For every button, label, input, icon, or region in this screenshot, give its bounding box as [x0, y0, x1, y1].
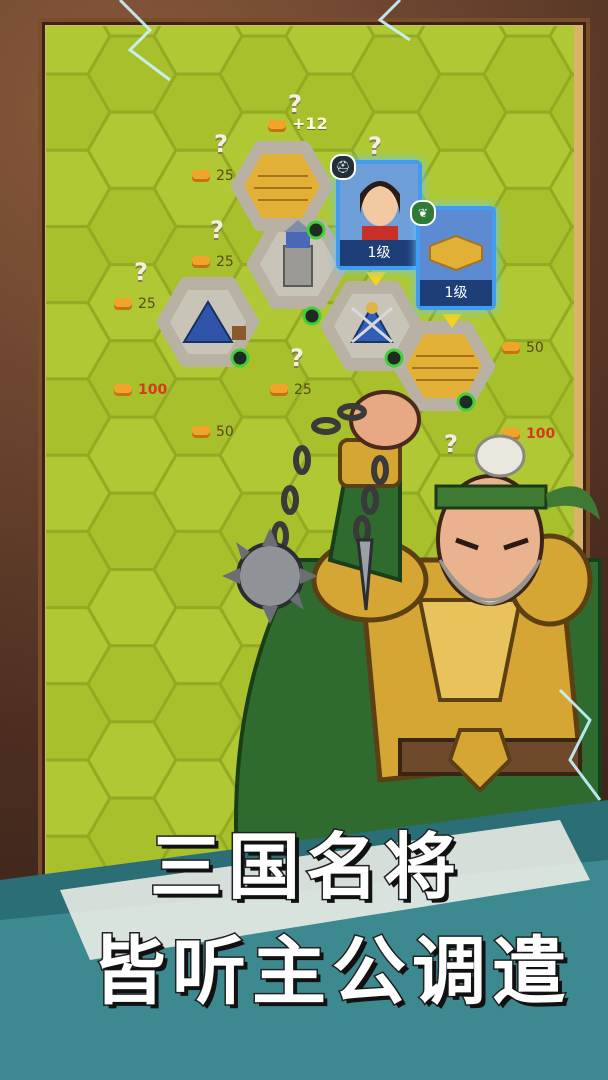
game-screen: ? ? ? ? ? ? ? +12 25 25 25 100 50 25 50 … [0, 0, 608, 1080]
headline-line-2: 皆听主公调遣 [91, 928, 572, 1017]
headline-line-1: 三国名将 [148, 823, 463, 911]
